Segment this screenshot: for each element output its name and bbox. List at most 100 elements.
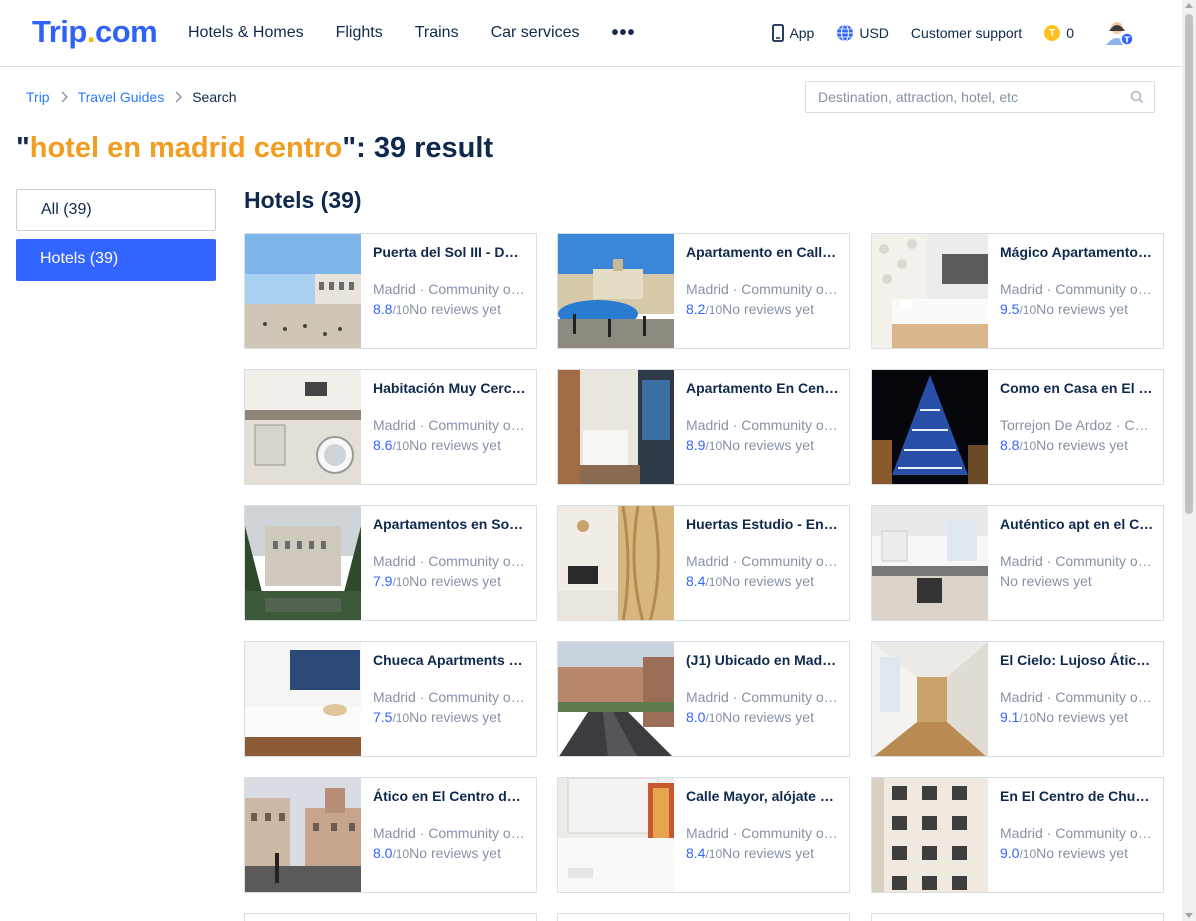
hotel-info: Apartamento En Centro Madrid Madrid · Com…	[686, 370, 840, 453]
hotel-photo[interactable]	[872, 370, 988, 485]
hotel-info: Habitación Muy Cerca Centro Madrid · Comm…	[373, 370, 527, 453]
user-icon: T	[1106, 22, 1134, 46]
scroll-up-icon[interactable]	[1185, 3, 1193, 8]
nav-trains[interactable]: Trains	[415, 24, 459, 42]
hotel-card-partial[interactable]	[557, 913, 850, 921]
rating-denominator: /10	[705, 847, 723, 861]
hotel-photo[interactable]	[872, 234, 988, 349]
hotel-name[interactable]: Apartamento en Calle Mayor	[686, 244, 840, 260]
breadcrumb-travel-guides[interactable]: Travel Guides	[78, 89, 165, 105]
customer-support-link[interactable]: Customer support	[911, 25, 1022, 41]
hotel-rating: 8.0/10No reviews yet	[373, 845, 527, 861]
hotel-card[interactable]: Puerta del Sol III - Dúplex Madrid · Comm…	[244, 233, 537, 349]
currency-selector[interactable]: USD	[836, 24, 889, 42]
hotel-card[interactable]: Auténtico apt en el Centro Madrid · Commu…	[871, 505, 1164, 621]
hotel-card[interactable]: Apartamento en Calle Mayor Madrid · Commu…	[557, 233, 850, 349]
rating-denominator: /10	[1019, 711, 1037, 725]
rating-denominator: /10	[705, 303, 723, 317]
hotel-location: Madrid · Community of Madrid	[1000, 825, 1154, 841]
hotel-card[interactable]: Chueca Apartments Madrid Madrid · Communi…	[244, 641, 537, 757]
hotel-photo[interactable]	[245, 370, 361, 485]
hotel-card[interactable]: Ático en El Centro de Madrid Madrid · Com…	[244, 777, 537, 893]
rating-score: 8.2	[686, 301, 706, 317]
hotel-photo[interactable]	[872, 778, 988, 893]
hotel-card[interactable]: Apartamento En Centro Madrid Madrid · Com…	[557, 369, 850, 485]
hotel-card[interactable]: Habitación Muy Cerca Centro Madrid · Comm…	[244, 369, 537, 485]
hotel-rating: 8.8/10No reviews yet	[373, 301, 527, 317]
page-scrollbar[interactable]	[1182, 0, 1196, 921]
hotel-card-partial[interactable]	[871, 913, 1164, 921]
hotel-card[interactable]: Como en Casa en El Centro Torrejon De Ard…	[871, 369, 1164, 485]
filter-all[interactable]: All (39)	[16, 189, 216, 231]
hotel-card[interactable]: Apartamentos en Sol Madrid Madrid · Commu…	[244, 505, 537, 621]
hotel-photo[interactable]	[558, 370, 674, 485]
rating-score: 8.0	[373, 845, 393, 861]
hotel-photo[interactable]	[872, 642, 988, 757]
hotel-name[interactable]: En El Centro de Chueca	[1000, 788, 1154, 804]
hotel-photo[interactable]	[558, 778, 674, 893]
hotel-name[interactable]: Apartamentos en Sol Madrid	[373, 516, 527, 532]
hotel-photo[interactable]	[245, 642, 361, 757]
hotel-card[interactable]: En El Centro de Chueca Madrid · Community…	[871, 777, 1164, 893]
hotel-location: Madrid · Community of Madrid	[686, 553, 840, 569]
hotel-name[interactable]: Ático en El Centro de Madrid	[373, 788, 527, 804]
hotel-name[interactable]: Huertas Estudio - En Centro	[686, 516, 840, 532]
hotel-photo[interactable]	[872, 506, 988, 621]
hotel-card[interactable]: Huertas Estudio - En Centro Madrid · Comm…	[557, 505, 850, 621]
hotel-card[interactable]: Mágico Apartamento Centro Madrid · Commun…	[871, 233, 1164, 349]
scroll-down-icon[interactable]	[1185, 913, 1193, 918]
scroll-thumb[interactable]	[1185, 14, 1193, 514]
logo-text: Trip	[32, 14, 87, 49]
hotel-photo[interactable]	[245, 778, 361, 893]
hotel-rating: 7.9/10No reviews yet	[373, 573, 527, 589]
header-utilities: App USD Customer support T 0 T	[750, 0, 1134, 66]
currency-label: USD	[859, 25, 889, 41]
hotel-name[interactable]: Apartamento En Centro Madrid	[686, 380, 840, 396]
hotel-name[interactable]: Calle Mayor, alójate en el Centro	[686, 788, 840, 804]
hotel-info: (J1) Ubicado en Madrid Centro Madrid · Co…	[686, 642, 840, 725]
hotel-rating: 8.4/10No reviews yet	[686, 845, 840, 861]
hotel-card[interactable]: (J1) Ubicado en Madrid Centro Madrid · Co…	[557, 641, 850, 757]
hotel-card[interactable]: Calle Mayor, alójate en el Centro Madrid …	[557, 777, 850, 893]
hotel-name[interactable]: (J1) Ubicado en Madrid Centro	[686, 652, 840, 668]
hotel-rating: 8.9/10No reviews yet	[686, 437, 840, 453]
hotel-card-partial[interactable]	[244, 913, 537, 921]
hotel-photo[interactable]	[245, 234, 361, 349]
quote-open: "	[16, 132, 30, 164]
rating-denominator: /10	[705, 575, 723, 589]
hotel-location: Madrid · Community of Madrid	[686, 825, 840, 841]
hotel-photo[interactable]	[558, 642, 674, 757]
nav-flights[interactable]: Flights	[336, 24, 383, 42]
hotel-photo[interactable]	[245, 506, 361, 621]
hotel-rating: 8.0/10No reviews yet	[686, 709, 840, 725]
hotel-name[interactable]: Puerta del Sol III - Dúplex	[373, 244, 527, 260]
hotel-name[interactable]: Habitación Muy Cerca Centro	[373, 380, 527, 396]
hotel-photo[interactable]	[558, 234, 674, 349]
app-link[interactable]: App	[772, 24, 814, 42]
hotel-card[interactable]: El Cielo: Lujoso Ático Centro Madrid · Co…	[871, 641, 1164, 757]
hotel-rating: No reviews yet	[1000, 573, 1154, 589]
nav-car-services[interactable]: Car services	[491, 24, 580, 42]
trip-coins[interactable]: T 0	[1044, 25, 1074, 41]
rating-score: 8.8	[373, 301, 393, 317]
hotel-photo[interactable]	[558, 506, 674, 621]
review-count: No reviews yet	[722, 845, 814, 861]
hotel-name[interactable]: Chueca Apartments Madrid	[373, 652, 527, 668]
hotel-name[interactable]: Como en Casa en El Centro	[1000, 380, 1154, 396]
rating-score: 8.6	[373, 437, 393, 453]
rating-denominator: /10	[392, 303, 410, 317]
nav-hotels-homes[interactable]: Hotels & Homes	[188, 24, 304, 42]
hotel-name[interactable]: El Cielo: Lujoso Ático Centro	[1000, 652, 1154, 668]
search-input[interactable]	[806, 82, 1106, 112]
search-icon[interactable]	[1130, 90, 1144, 104]
hotel-rating: 8.4/10No reviews yet	[686, 573, 840, 589]
trip-logo[interactable]: Trip.com	[32, 14, 158, 50]
hotel-name[interactable]: Auténtico apt en el Centro	[1000, 516, 1154, 532]
hotel-info: Huertas Estudio - En Centro Madrid · Comm…	[686, 506, 840, 589]
more-menu-icon[interactable]: •••	[611, 22, 635, 45]
breadcrumb-trip[interactable]: Trip	[26, 89, 50, 105]
hotel-name[interactable]: Mágico Apartamento Centro	[1000, 244, 1154, 260]
user-avatar[interactable]: T	[1104, 18, 1134, 48]
hotel-location: Madrid · Community of Madrid	[1000, 553, 1154, 569]
filter-hotels[interactable]: Hotels (39)	[16, 239, 216, 281]
